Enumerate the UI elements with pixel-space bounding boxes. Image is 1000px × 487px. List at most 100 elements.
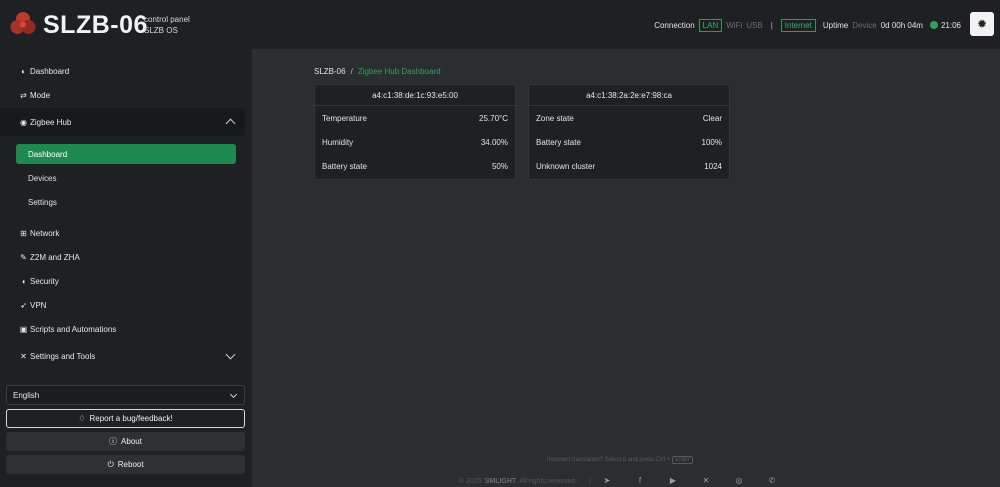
uptime-value: 0d 00h 04m — [880, 20, 923, 30]
top-bar: SLZB-06 control panel SLZB OS Connection… — [0, 0, 1000, 49]
uptime-label: Uptime — [822, 20, 849, 30]
sidebar-item-label: Scripts and Automations — [30, 324, 117, 334]
chevron-down-icon — [225, 349, 236, 360]
theme-toggle-button[interactable]: ✹ — [970, 12, 994, 36]
copyright-prefix: © 2025 — [459, 477, 482, 485]
telegram-icon[interactable]: ➤ — [601, 476, 613, 486]
device-card: a4:c1:38:de:1c:93:e5:00 Temperature 25.7… — [314, 84, 516, 180]
internet-badge: Internet — [780, 18, 816, 32]
device-card-row: Zone state Clear — [529, 106, 729, 130]
device-card-row: Humidity 34.00% — [315, 130, 515, 154]
breadcrumb: SLZB-06 / Zigbee Hub Dashboard — [314, 67, 441, 76]
device-label: Device — [852, 20, 877, 30]
brand-title: SLZB-06 — [43, 11, 148, 39]
sidebar-subitem-settings[interactable]: Settings — [28, 192, 57, 212]
sidebar-item-label: Z2M and ZHA — [30, 252, 80, 262]
sidebar-item-label: Zigbee Hub — [30, 117, 72, 127]
row-label: Humidity — [322, 137, 354, 147]
sidebar-subitem-devices[interactable]: Devices — [28, 168, 56, 188]
status-separator: | — [770, 20, 773, 30]
sidebar-item-label: Security — [30, 276, 59, 286]
instagram-icon[interactable]: ◎ — [733, 476, 745, 486]
connection-status: Connection LAN WiFi USB | Internet Uptim… — [654, 18, 961, 32]
smlight-logo-icon — [10, 12, 36, 34]
sidebar-item-label: Network — [30, 228, 60, 238]
terminal-icon: ▣ — [19, 324, 28, 334]
reboot-label: Reboot — [117, 460, 144, 469]
sidebar-item-network[interactable]: ⊞ Network — [0, 221, 252, 245]
enter-key-badge: Enter — [672, 456, 693, 464]
power-icon: ⏻ — [107, 459, 114, 469]
brand-subtitle-line1: control panel — [144, 15, 190, 24]
gear-icon: ✹ — [976, 17, 988, 31]
zigbee-icon: ◉ — [20, 117, 27, 127]
plug-icon: ✎ — [20, 252, 27, 262]
network-icon: ⊞ — [20, 228, 27, 238]
device-card-row: Battery state 100% — [529, 130, 729, 154]
footer: © 2025 SMLIGHT All rights reserved. | ➤ … — [459, 476, 778, 486]
chevron-down-icon — [229, 390, 238, 399]
info-icon: ⓘ — [109, 437, 118, 446]
row-label: Battery state — [536, 137, 581, 147]
about-button[interactable]: ⓘ About — [6, 432, 245, 451]
device-card-row: Temperature 25.70°C — [315, 106, 515, 130]
usb-label: USB — [746, 20, 763, 30]
sidebar-item-vpn[interactable]: ➶ VPN — [0, 293, 252, 317]
wifi-label: WiFi — [726, 20, 743, 30]
tools-icon: ✕ — [20, 351, 27, 361]
arrows-exchange-icon: ⇄ — [20, 90, 27, 100]
sidebar-subitem-dashboard[interactable]: Dashboard — [16, 144, 236, 164]
sidebar: ◐ Dashboard ⇄ Mode ◉ Zigbee Hub Dashboar… — [0, 49, 252, 487]
sidebar-item-zigbee-hub[interactable]: ◉ Zigbee Hub — [0, 110, 252, 134]
report-bug-label: Report a bug/feedback! — [89, 414, 173, 423]
row-value: 100% — [701, 137, 722, 147]
breadcrumb-separator: / — [350, 67, 353, 76]
sidebar-item-dashboard[interactable]: ◐ Dashboard — [0, 59, 252, 83]
chevron-up-icon — [225, 118, 236, 129]
report-bug-button[interactable]: ♢ Report a bug/feedback! — [6, 409, 245, 428]
sidebar-item-z2m-zha[interactable]: ✎ Z2M and ZHA — [0, 245, 252, 269]
row-value: 50% — [491, 161, 508, 171]
row-label: Zone state — [536, 113, 574, 123]
reboot-button[interactable]: ⏻ Reboot — [6, 455, 245, 474]
copyright-suffix: All rights reserved. — [519, 477, 578, 485]
sidebar-item-mode[interactable]: ⇄ Mode — [0, 83, 252, 107]
whatsapp-icon[interactable]: ✆ — [766, 476, 778, 486]
row-value: 34.00% — [480, 137, 508, 147]
current-time: 21:06 — [940, 20, 961, 30]
connection-label: Connection — [654, 20, 695, 30]
sidebar-item-scripts[interactable]: ▣ Scripts and Automations — [0, 317, 252, 341]
row-label: Temperature — [322, 113, 367, 123]
device-card: a4:c1:38:2a:2e:e7:98:ca Zone state Clear… — [528, 84, 730, 180]
breadcrumb-current: Zigbee Hub Dashboard — [357, 67, 441, 76]
x-icon[interactable]: ✕ — [700, 476, 712, 486]
language-select[interactable]: English — [6, 385, 245, 405]
breadcrumb-root[interactable]: SLZB-06 — [314, 67, 346, 76]
brand-subtitle: control panel SLZB OS — [144, 14, 190, 36]
company-name: SMLIGHT — [484, 477, 517, 485]
row-value: 25.70°C — [479, 113, 508, 123]
sidebar-item-settings-tools[interactable]: ✕ Settings and Tools — [0, 344, 252, 368]
rocket-icon: ➶ — [20, 300, 27, 310]
facebook-icon[interactable]: f — [634, 476, 646, 486]
device-card-row: Unknown cluster 1024 — [529, 154, 729, 178]
youtube-icon[interactable]: ▶ — [667, 476, 679, 486]
sidebar-item-security[interactable]: ◖ Security — [0, 269, 252, 293]
sidebar-item-label: VPN — [30, 300, 47, 310]
translation-hint-text: Incorrect translation? Select it and pre… — [547, 457, 671, 463]
translation-hint: Incorrect translation? Select it and pre… — [547, 456, 693, 464]
clock-icon — [929, 21, 938, 29]
shield-icon: ◖ — [21, 276, 26, 286]
sidebar-item-label: Mode — [30, 90, 51, 100]
row-label: Unknown cluster — [536, 161, 596, 171]
footer-separator: | — [589, 477, 591, 485]
device-card-title: a4:c1:38:de:1c:93:e5:00 — [315, 85, 515, 106]
row-label: Battery state — [322, 161, 367, 171]
gauge-icon: ◐ — [21, 66, 26, 76]
sidebar-item-label: Dashboard — [30, 66, 70, 76]
lan-badge: LAN — [698, 18, 723, 32]
lightbulb-icon: ♢ — [78, 414, 86, 423]
device-card-row: Battery state 50% — [315, 154, 515, 178]
row-value: Clear — [702, 113, 722, 123]
sidebar-item-label: Settings and Tools — [30, 351, 96, 361]
